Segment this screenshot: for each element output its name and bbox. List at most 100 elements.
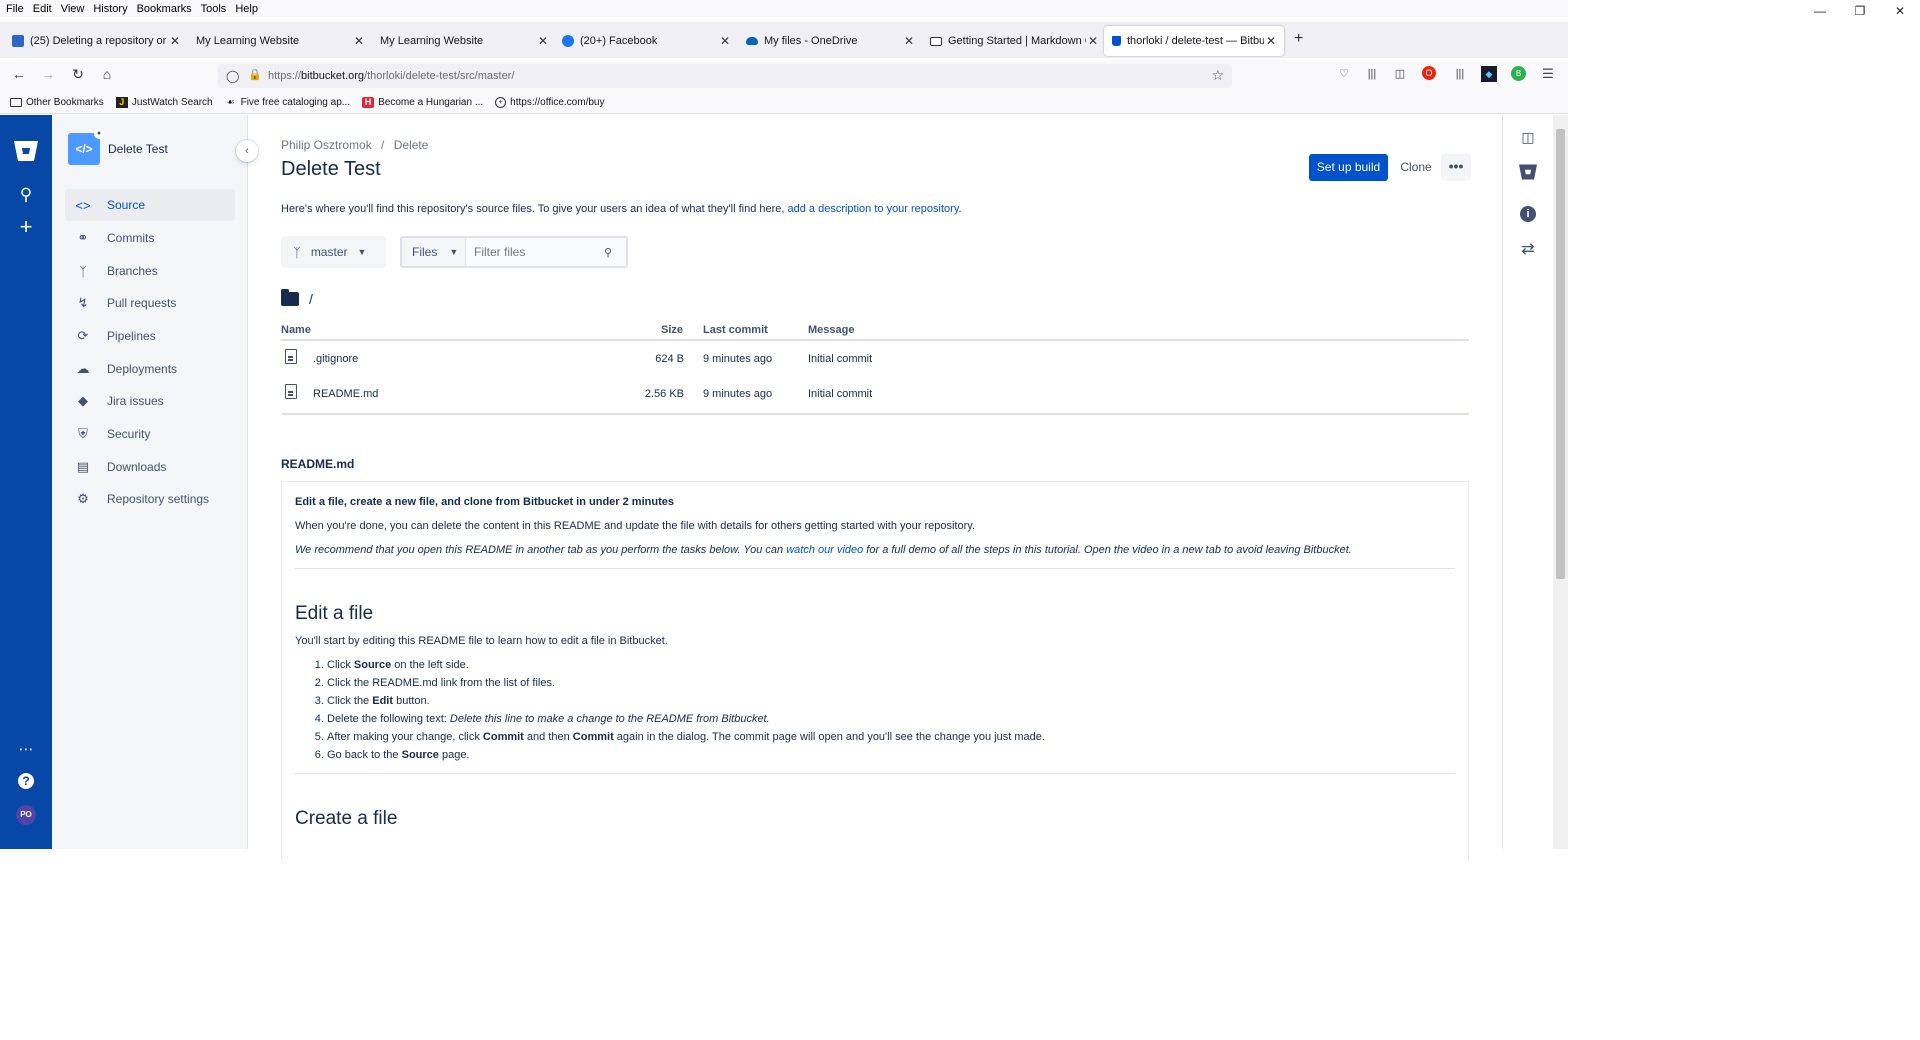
branch-selector[interactable]: ᛉ master ▼ <box>281 236 386 268</box>
sidebar-item-security[interactable]: ⛨ Security <box>65 418 235 450</box>
menu-bookmarks[interactable]: Bookmarks <box>137 3 192 15</box>
sidebar-item-downloads[interactable]: ▤ Downloads <box>65 451 235 483</box>
close-icon[interactable]: ✕ <box>536 34 550 48</box>
set-up-build-button[interactable]: Set up build <box>1309 154 1388 181</box>
description-text: Here's where you'll find this repository… <box>281 203 788 215</box>
new-tab-icon[interactable]: + <box>1294 30 1303 48</box>
filter-files-input[interactable] <box>474 245 604 259</box>
file-name-link[interactable]: README.md <box>313 388 378 400</box>
browser-tab[interactable]: My Learning Website ✕ <box>188 26 372 56</box>
sync-icon[interactable]: ⇄ <box>1503 239 1553 259</box>
breadcrumb-owner[interactable]: Philip Osztromok <box>281 138 372 152</box>
avatar[interactable]: PO <box>16 805 36 825</box>
add-description-link[interactable]: add a description to your repository <box>788 203 959 215</box>
bitbucket-icon[interactable] <box>1503 163 1553 184</box>
close-icon[interactable]: ✕ <box>1086 34 1100 48</box>
sidebar-icon[interactable]: ◫ <box>1392 66 1408 82</box>
pocket-icon[interactable]: ♡ <box>1336 66 1352 82</box>
table-row[interactable]: .gitignore 624 B 9 minutes ago Initial c… <box>281 341 1469 376</box>
branch-name: master <box>310 245 348 259</box>
create-icon[interactable]: + <box>0 214 52 240</box>
extension-icon[interactable]: ◆ <box>1481 66 1497 82</box>
close-icon[interactable]: ✕ <box>1264 34 1278 48</box>
minimize-icon[interactable]: — <box>1800 0 1840 22</box>
menu-history[interactable]: History <box>93 3 127 15</box>
back-icon[interactable]: ← <box>9 66 29 82</box>
table-row[interactable]: README.md 2.56 KB 9 minutes ago Initial … <box>281 376 1469 411</box>
commit-icon: ⚭ <box>77 230 89 245</box>
app-switcher-icon[interactable]: ⋯ <box>0 740 52 758</box>
bookmark-item[interactable]: H Become a Hungarian ... <box>362 97 483 108</box>
hamburger-menu-icon[interactable]: ☰ <box>1540 66 1556 82</box>
browser-tab[interactable]: (25) Deleting a repository or bra ✕ <box>4 26 188 56</box>
menu-help[interactable]: Help <box>235 3 258 15</box>
toggle-panel-icon[interactable]: ◫ <box>1503 129 1553 146</box>
sidebar-item-branches[interactable]: ᛉ Branches <box>65 255 235 287</box>
info-icon[interactable]: i <box>1503 204 1553 222</box>
shield-icon[interactable]: ◯ <box>226 69 239 83</box>
bookmark-item[interactable]: J JustWatch Search <box>115 97 213 108</box>
menu-tools[interactable]: Tools <box>201 3 227 15</box>
browser-tab[interactable]: My files - OneDrive ✕ <box>738 26 922 56</box>
sidebar-item-jira-issues[interactable]: ◆ Jira issues <box>65 385 235 417</box>
menu-edit[interactable]: Edit <box>33 3 52 15</box>
scrollbar-thumb[interactable] <box>1556 129 1565 579</box>
filter-type-dropdown[interactable]: Files ▼ <box>402 238 466 266</box>
forward-icon[interactable]: → <box>38 66 58 82</box>
restore-icon[interactable]: ❐ <box>1840 0 1880 22</box>
file-name-link[interactable]: .gitignore <box>313 353 358 365</box>
collapse-sidebar-button[interactable]: ‹ <box>236 140 258 162</box>
bitbucket-logo-icon[interactable] <box>0 139 52 168</box>
home-icon[interactable]: ⌂ <box>97 66 117 82</box>
readme-text: for a full demo of all the steps in this… <box>863 544 1352 556</box>
library-icon[interactable]: ||| <box>1364 66 1380 82</box>
repository-sidebar: </> ● Delete Test <> Source ⚭ Commits ᛉ Bran… <box>52 115 248 849</box>
search-icon[interactable]: ⚲ <box>604 246 612 259</box>
menu-view[interactable]: View <box>61 3 85 15</box>
url-bar[interactable]: ◯ 🔒 https://bitbucket.org/thorloki/delet… <box>218 64 1232 88</box>
help-icon[interactable]: ? <box>0 772 52 790</box>
bookmark-item[interactable]: ☙ Five free cataloging ap... <box>225 97 351 108</box>
bookmark-label: Other Bookmarks <box>26 97 104 108</box>
file-commit-message[interactable]: Initial commit <box>808 388 872 400</box>
close-icon[interactable]: ✕ <box>902 34 916 48</box>
search-icon[interactable]: ⚲ <box>0 185 52 205</box>
sidebar-item-pipelines[interactable]: ⟳ Pipelines <box>65 320 235 352</box>
path-root[interactable]: / <box>309 291 313 307</box>
close-icon[interactable]: ✕ <box>352 34 366 48</box>
close-window-icon[interactable]: ✕ <box>1880 0 1920 22</box>
scrollbar[interactable] <box>1553 115 1568 849</box>
sidebar-item-commits[interactable]: ⚭ Commits <box>65 222 235 254</box>
lock-icon[interactable]: 🔒 <box>248 68 262 81</box>
browser-tab[interactable]: Getting Started | Markdown Gui ✕ <box>922 26 1106 56</box>
sidebar-item-pull-requests[interactable]: ↯ Pull requests <box>65 287 235 319</box>
sidebar-item-deployments[interactable]: ☁ Deployments <box>65 353 235 385</box>
extension-b-icon[interactable]: B <box>1511 66 1526 81</box>
bookmark-label: https://office.com/buy <box>510 97 605 108</box>
bookmark-item[interactable]: Other Bookmarks <box>10 97 104 108</box>
tab-title: My Learning Website <box>196 35 300 47</box>
star-icon[interactable]: ☆ <box>1211 67 1224 84</box>
bookmark-icon: ☙ <box>226 97 235 107</box>
sidebar-item-repository-settings[interactable]: ⚙ Repository settings <box>65 483 235 515</box>
bookmark-label: Become a Hungarian ... <box>378 97 484 108</box>
bookmark-item[interactable]: + https://office.com/buy <box>495 97 604 108</box>
opera-icon[interactable]: O <box>1422 66 1436 80</box>
clone-button[interactable]: Clone <box>1396 154 1436 181</box>
sidebar-item-source[interactable]: <> Source <box>65 189 235 221</box>
more-actions-button[interactable]: ••• <box>1441 154 1471 181</box>
reload-icon[interactable]: ↻ <box>68 66 88 83</box>
close-icon[interactable]: ✕ <box>718 34 732 48</box>
browser-tab[interactable]: My Learning Website ✕ <box>372 26 556 56</box>
file-icon <box>285 349 297 364</box>
browser-tab[interactable]: (20+) Facebook ✕ <box>554 26 738 56</box>
repository-header[interactable]: </> ● Delete Test <box>68 129 168 165</box>
close-icon[interactable]: ✕ <box>168 34 182 48</box>
repository-avatar-icon: </> ● <box>68 129 104 165</box>
menu-file[interactable]: File <box>6 3 24 15</box>
barcode-icon[interactable]: ||| <box>1452 66 1468 82</box>
file-commit-message[interactable]: Initial commit <box>808 353 872 365</box>
browser-tab-active[interactable]: thorloki / delete-test — Bitbuck ✕ <box>1104 26 1284 56</box>
breadcrumb-project[interactable]: Delete <box>394 138 429 152</box>
watch-video-link[interactable]: watch our video <box>786 544 863 556</box>
